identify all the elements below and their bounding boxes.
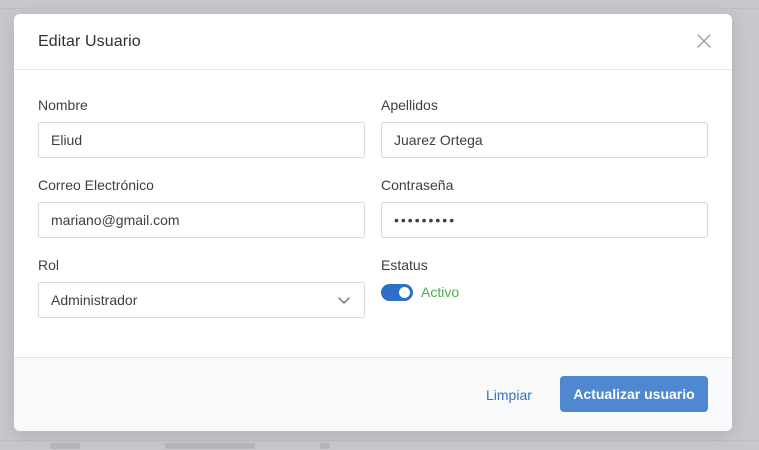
- background-row-divider: [0, 8, 759, 9]
- estatus-toggle[interactable]: [381, 284, 413, 301]
- estatus-label: Estatus: [381, 257, 428, 273]
- modal-footer: Limpiar Actualizar usuario: [14, 357, 732, 431]
- clear-button[interactable]: Limpiar: [486, 387, 532, 403]
- apellidos-label: Apellidos: [381, 97, 438, 113]
- close-button[interactable]: [696, 33, 712, 49]
- rol-select-value: Administrador: [51, 292, 138, 308]
- chevron-down-icon: [338, 297, 350, 304]
- password-label: Contraseña: [381, 177, 454, 193]
- nombre-input[interactable]: Eliud: [38, 122, 365, 158]
- email-label: Correo Electrónico: [38, 177, 154, 193]
- estatus-value: Activo: [421, 284, 460, 300]
- apellidos-input[interactable]: Juarez Ortega: [381, 122, 708, 158]
- background-cell: [165, 443, 255, 449]
- update-user-button[interactable]: Actualizar usuario: [560, 376, 708, 412]
- rol-select[interactable]: Administrador: [38, 282, 365, 318]
- modal-title: Editar Usuario: [38, 33, 141, 50]
- background-row-divider: [0, 440, 759, 441]
- password-input[interactable]: •••••••••: [381, 202, 708, 238]
- background-cell: [320, 443, 330, 449]
- modal-header: Editar Usuario: [14, 14, 732, 70]
- rol-label: Rol: [38, 257, 60, 273]
- toggle-knob: [399, 287, 410, 298]
- email-input[interactable]: mariano@gmail.com: [38, 202, 365, 238]
- background-cell: [50, 443, 80, 449]
- close-icon: [697, 34, 711, 48]
- nombre-label: Nombre: [38, 97, 88, 113]
- edit-user-modal: Editar Usuario Nombre Eliud Apellidos Ju…: [14, 14, 732, 431]
